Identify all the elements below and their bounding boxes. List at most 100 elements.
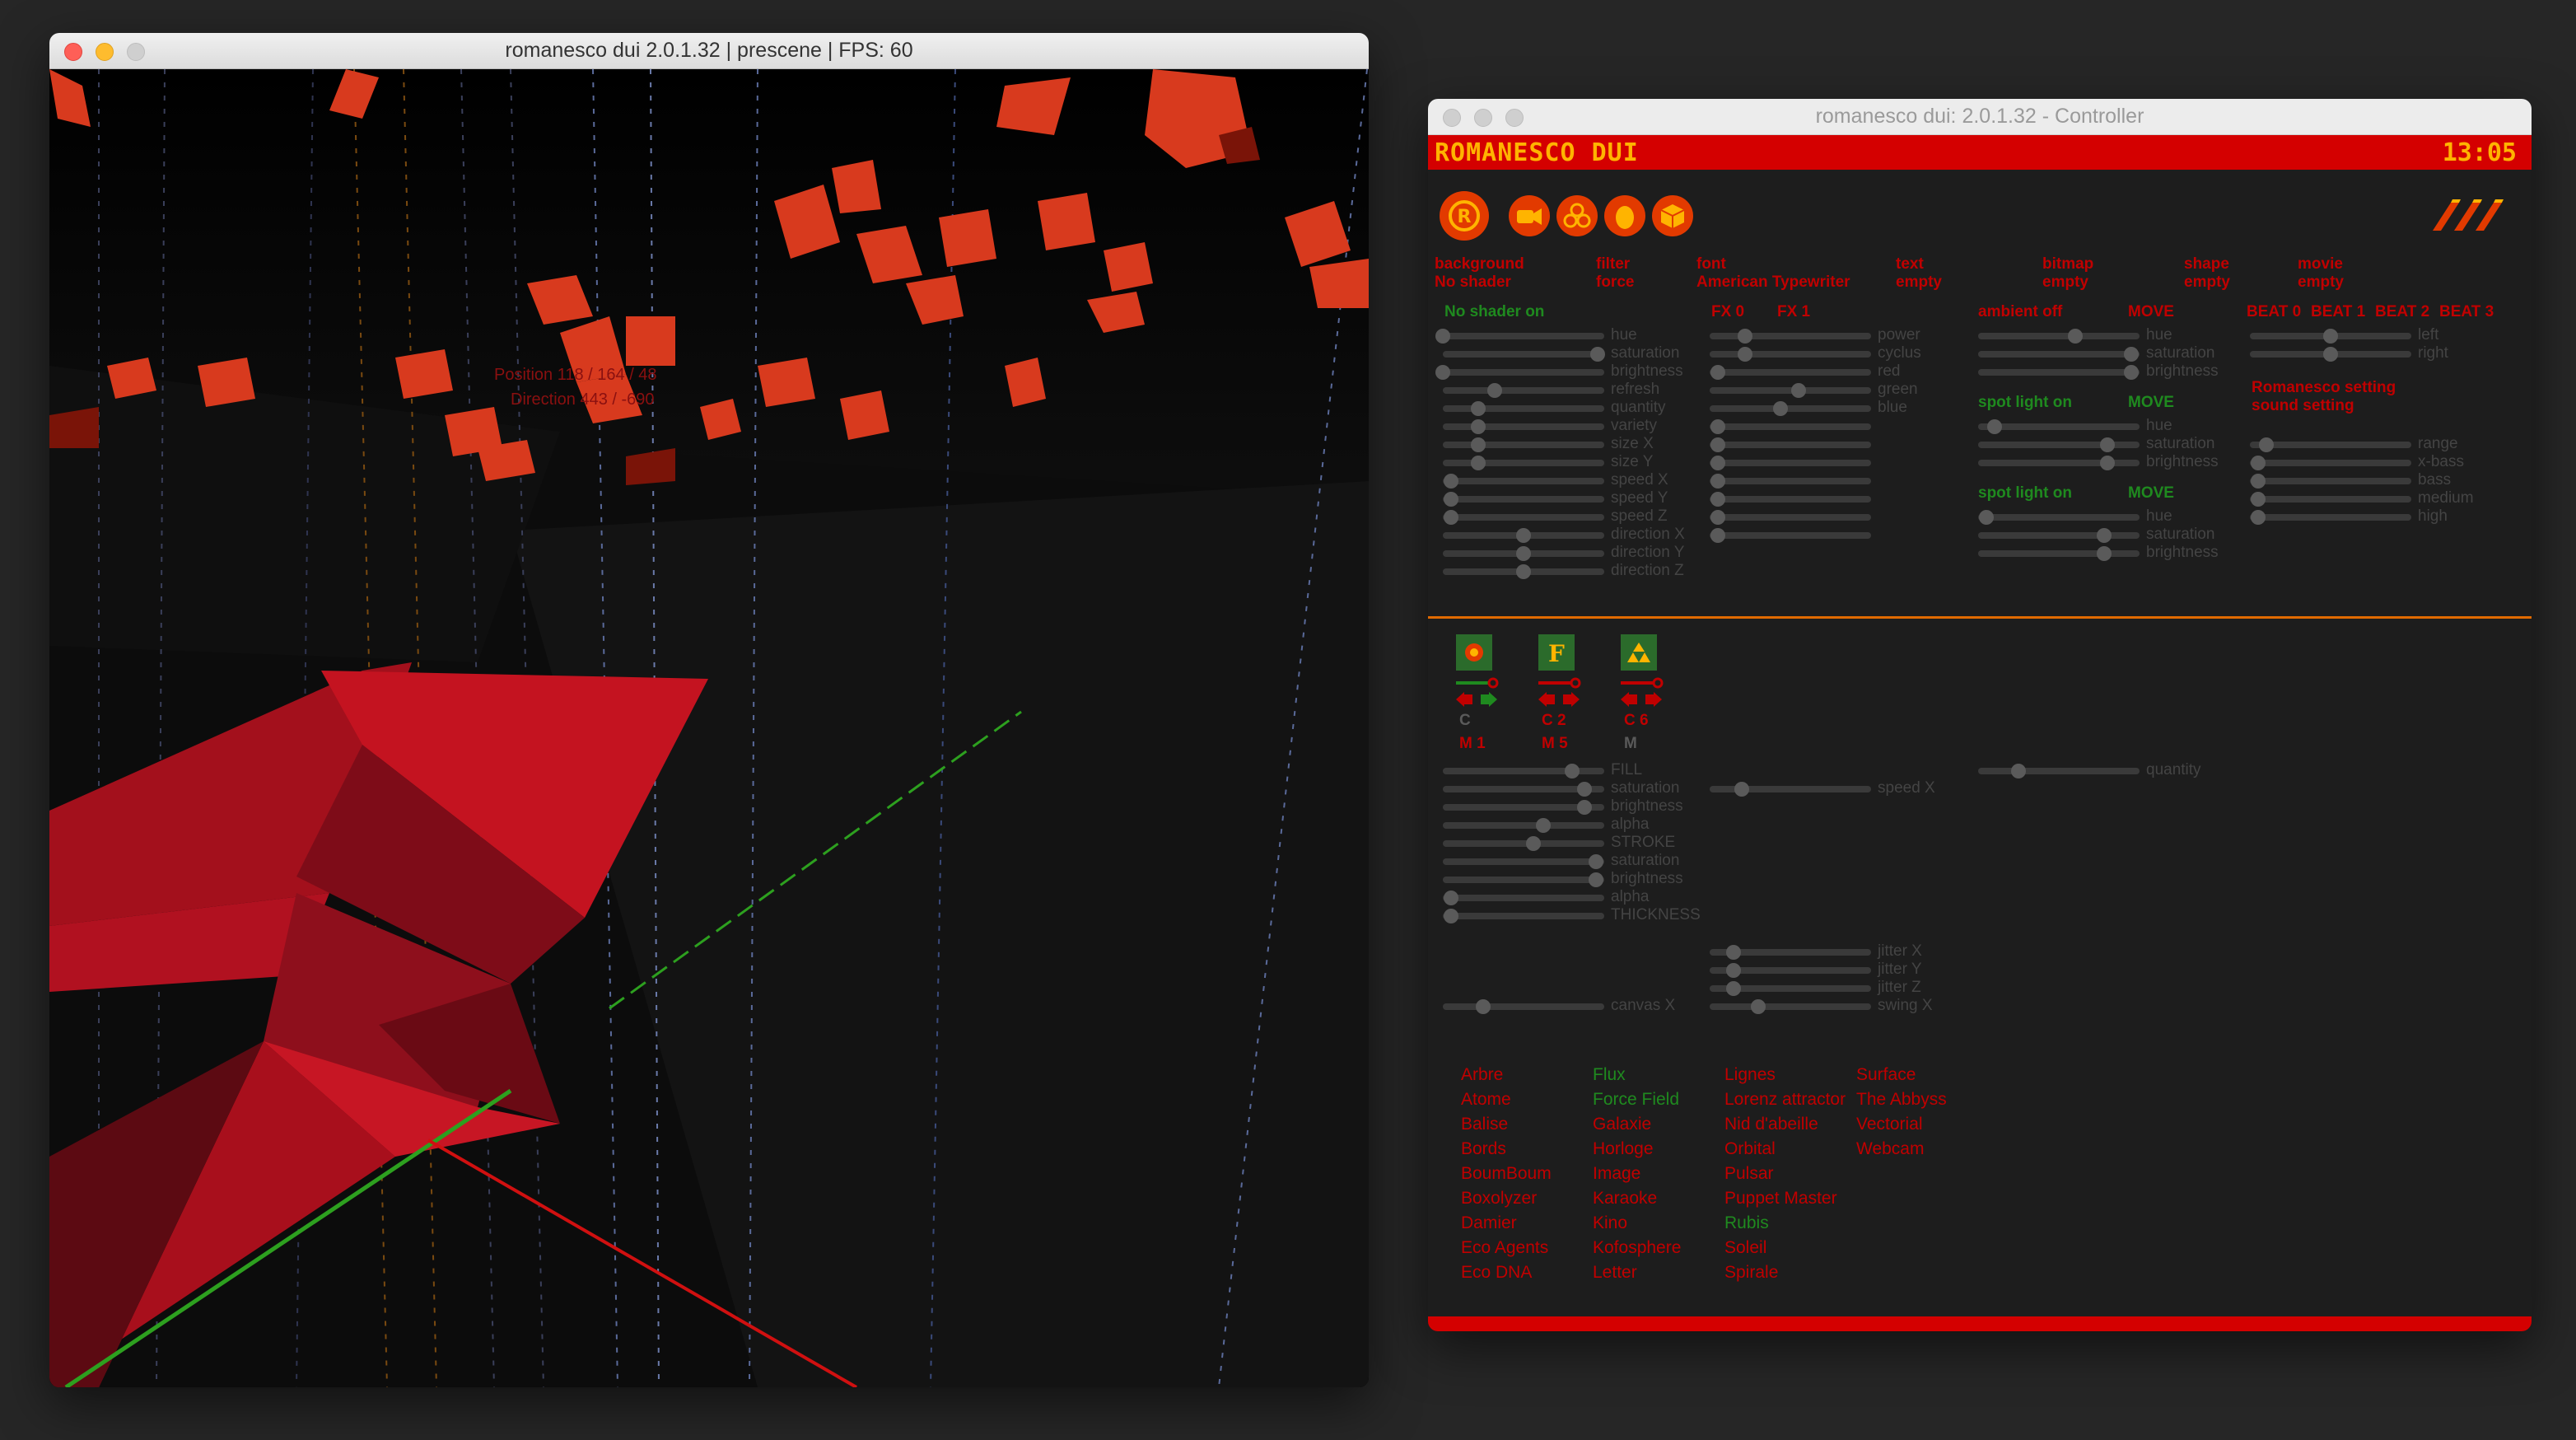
slider-handle[interactable] bbox=[1978, 510, 1994, 525]
beat1-label[interactable]: BEAT 1 bbox=[2311, 303, 2365, 321]
slider-handle[interactable] bbox=[2323, 347, 2338, 362]
object-bords[interactable]: Bords bbox=[1461, 1140, 1506, 1158]
speed-x-slider[interactable]: speed X bbox=[1710, 779, 1935, 797]
close-button[interactable] bbox=[1443, 109, 1461, 127]
slider-handle[interactable] bbox=[1589, 854, 1604, 869]
slider-handle[interactable] bbox=[2099, 456, 2115, 470]
quantity-slider[interactable]: quantity bbox=[1978, 761, 2201, 778]
item-line-toggle[interactable] bbox=[1456, 677, 1499, 693]
object-eco-dna[interactable]: Eco DNA bbox=[1461, 1264, 1532, 1282]
item-slider-3[interactable]: alpha bbox=[1443, 816, 1650, 833]
jitter-slider-1[interactable]: jitter Y bbox=[1710, 961, 1922, 978]
object-force-field[interactable]: Force Field bbox=[1593, 1091, 1679, 1109]
object-karaoke[interactable]: Karaoke bbox=[1593, 1190, 1657, 1208]
slider-handle[interactable] bbox=[1443, 474, 1458, 489]
object-letter[interactable]: Letter bbox=[1593, 1264, 1637, 1282]
spot2-slider-0[interactable]: hue bbox=[1978, 507, 2172, 525]
slider-handle[interactable] bbox=[1710, 528, 1725, 543]
slider-handle[interactable] bbox=[1535, 818, 1551, 833]
background-slider-4[interactable]: quantity bbox=[1443, 399, 1666, 416]
fx-slider-5[interactable] bbox=[1710, 419, 1871, 434]
sound-slider-3[interactable]: medium bbox=[2250, 489, 2474, 507]
canvas-x-slider[interactable]: canvas X bbox=[1443, 997, 1675, 1014]
slider-handle[interactable] bbox=[1710, 474, 1725, 489]
fx-slider-0[interactable]: power bbox=[1710, 326, 1920, 344]
background-slider-1[interactable]: saturation bbox=[1443, 344, 1679, 362]
item-mode[interactable]: M 1 bbox=[1459, 735, 1486, 753]
sound-slider-0[interactable]: range bbox=[2250, 435, 2458, 452]
item-slider-1[interactable]: saturation bbox=[1443, 779, 1679, 797]
background-slider-0[interactable]: hue bbox=[1435, 326, 1637, 344]
object-nid-d-abeille[interactable]: Nid d'abeille bbox=[1724, 1115, 1818, 1134]
ambient-move[interactable]: MOVE bbox=[2128, 303, 2174, 321]
slider-handle[interactable] bbox=[2124, 347, 2140, 362]
object-image[interactable]: Image bbox=[1593, 1165, 1640, 1183]
item-line-toggle[interactable] bbox=[1538, 677, 1581, 693]
object-puppet-master[interactable]: Puppet Master bbox=[1724, 1190, 1837, 1208]
object-eco-agents[interactable]: Eco Agents bbox=[1461, 1239, 1548, 1257]
menu-heading-filter[interactable]: filter bbox=[1596, 255, 1630, 274]
jitter-slider-3[interactable]: swing X bbox=[1710, 997, 1933, 1014]
object-soleil[interactable]: Soleil bbox=[1724, 1239, 1766, 1257]
spot1-slider-0[interactable]: hue bbox=[1978, 417, 2172, 434]
fx-slider-2[interactable]: red bbox=[1710, 362, 1900, 380]
controller-titlebar[interactable]: romanesco dui: 2.0.1.32 - Controller bbox=[1428, 99, 2532, 135]
slider-handle[interactable] bbox=[1590, 347, 1606, 362]
romanesco-setting-link[interactable]: Romanesco setting bbox=[2252, 379, 2396, 397]
jitter-slider-2[interactable]: jitter Z bbox=[1710, 979, 1921, 996]
slider-handle[interactable] bbox=[1577, 800, 1593, 815]
menu-heading-bitmap[interactable]: bitmap bbox=[2042, 255, 2093, 274]
slider-handle[interactable] bbox=[2099, 437, 2115, 452]
menu-value-filter[interactable]: force bbox=[1596, 274, 1634, 292]
fx-slider-8[interactable] bbox=[1710, 474, 1871, 489]
background-slider-2[interactable]: brightness bbox=[1435, 362, 1683, 380]
background-slider-10[interactable]: speed Z bbox=[1443, 507, 1668, 525]
slider-handle[interactable] bbox=[1471, 419, 1486, 434]
slider-handle[interactable] bbox=[2096, 546, 2112, 561]
background-slider-9[interactable]: speed Y bbox=[1443, 489, 1668, 507]
slider-handle[interactable] bbox=[2067, 329, 2083, 344]
romanesco-logo-icon[interactable]: R bbox=[1440, 191, 1489, 241]
object-orbital[interactable]: Orbital bbox=[1724, 1140, 1776, 1158]
render-canvas[interactable]: Position 118 / 164 / 48 Direction 443 / … bbox=[49, 68, 1369, 1387]
object-lorenz-attractor[interactable]: Lorenz attractor bbox=[1724, 1091, 1846, 1109]
slider-handle[interactable] bbox=[2250, 474, 2266, 489]
object-balise[interactable]: Balise bbox=[1461, 1115, 1508, 1134]
slider-handle[interactable] bbox=[1435, 365, 1450, 380]
box-icon[interactable] bbox=[1652, 195, 1693, 236]
slider-handle[interactable] bbox=[1589, 872, 1604, 887]
slider-handle[interactable] bbox=[1750, 999, 1766, 1014]
slider-handle[interactable] bbox=[1710, 456, 1725, 470]
object-lignes[interactable]: Lignes bbox=[1724, 1066, 1776, 1084]
fx1-label[interactable]: FX 1 bbox=[1777, 303, 1810, 321]
item-arrows[interactable] bbox=[1456, 692, 1499, 711]
item-slider-4[interactable]: STROKE bbox=[1443, 834, 1675, 851]
background-slider-3[interactable]: refresh bbox=[1443, 381, 1659, 398]
menu-value-font[interactable]: American Typewriter bbox=[1696, 274, 1850, 292]
object-vectorial[interactable]: Vectorial bbox=[1856, 1115, 1923, 1134]
slider-handle[interactable] bbox=[1443, 510, 1458, 525]
fx-slider-10[interactable] bbox=[1710, 510, 1871, 525]
fx-slider-4[interactable]: blue bbox=[1710, 399, 1907, 416]
object-arbre[interactable]: Arbre bbox=[1461, 1066, 1503, 1084]
item-slider-7[interactable]: alpha bbox=[1443, 888, 1650, 905]
item-slider-6[interactable]: brightness bbox=[1443, 870, 1683, 887]
object-surface[interactable]: Surface bbox=[1856, 1066, 1916, 1084]
minimize-button[interactable] bbox=[1474, 109, 1492, 127]
flower-icon[interactable] bbox=[1456, 634, 1492, 671]
menu-heading-font[interactable]: font bbox=[1696, 255, 1726, 274]
pencils-icon[interactable] bbox=[2429, 196, 2512, 238]
slider-handle[interactable] bbox=[1471, 401, 1486, 416]
slider-handle[interactable] bbox=[1710, 492, 1725, 507]
item-mode[interactable]: M 5 bbox=[1542, 735, 1568, 753]
fx-slider-6[interactable] bbox=[1710, 437, 1871, 452]
object-atome[interactable]: Atome bbox=[1461, 1091, 1511, 1109]
sound-slider-4[interactable]: high bbox=[2250, 507, 2448, 525]
object-galaxie[interactable]: Galaxie bbox=[1593, 1115, 1651, 1134]
jitter-slider-0[interactable]: jitter X bbox=[1710, 942, 1922, 960]
slider-handle[interactable] bbox=[1738, 329, 1753, 344]
slider-handle[interactable] bbox=[2250, 456, 2266, 470]
slider-handle[interactable] bbox=[1577, 782, 1593, 797]
spot2-move[interactable]: MOVE bbox=[2128, 484, 2174, 503]
object-rubis[interactable]: Rubis bbox=[1724, 1214, 1769, 1232]
